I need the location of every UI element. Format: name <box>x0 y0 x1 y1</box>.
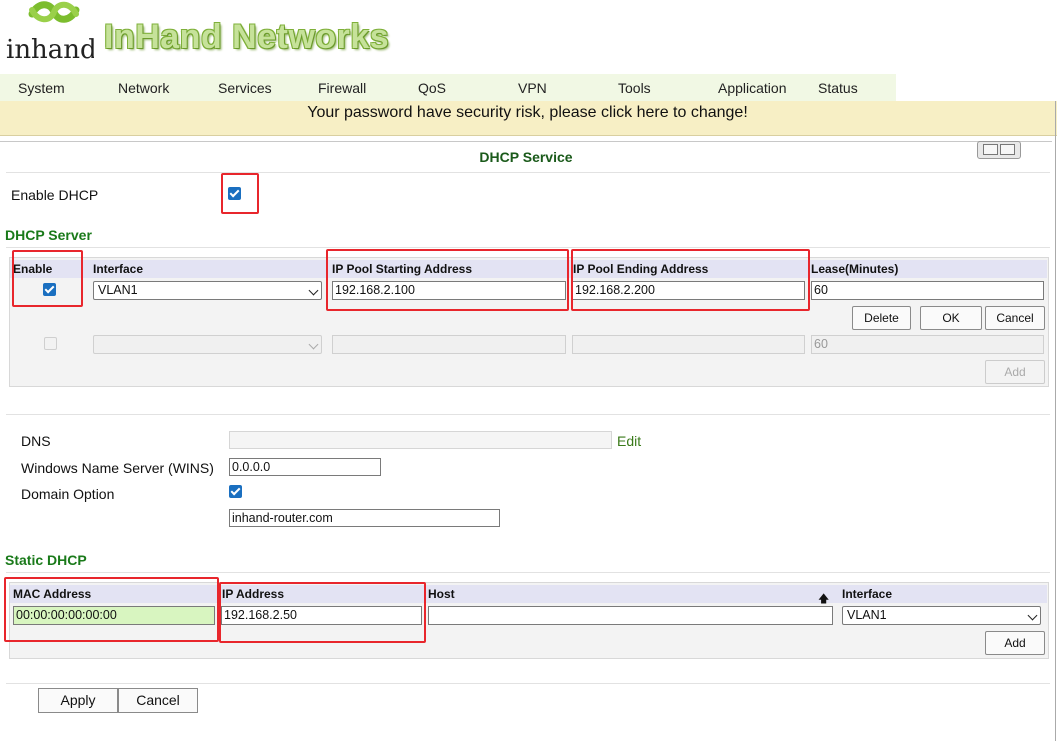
menu-network[interactable]: Network <box>118 80 169 96</box>
interface-select[interactable]: VLAN1 <box>93 281 322 300</box>
mac-address-input[interactable]: 00:00:00:00:00:00 <box>13 606 215 625</box>
page-title: DHCP Service <box>479 149 573 165</box>
domain-option-label: Domain Option <box>21 486 115 502</box>
col-lease: Lease(Minutes) <box>811 262 899 276</box>
wins-label: Windows Name Server (WINS) <box>21 460 214 476</box>
dns-input <box>229 431 612 449</box>
dns-edit-link[interactable]: Edit <box>617 433 641 449</box>
domain-input[interactable]: inhand-router.com <box>229 509 500 527</box>
enable-dhcp-label: Enable DHCP <box>11 187 99 203</box>
menu-system[interactable]: System <box>18 80 65 96</box>
lease-input[interactable]: 60 <box>811 281 1044 300</box>
password-warning-bar: Your password have security risk, please… <box>0 101 1057 136</box>
brand-name: InHand Networks <box>104 18 390 56</box>
row-enable-checkbox[interactable] <box>43 283 56 296</box>
col-enable: Enable <box>13 262 53 276</box>
col-pool-end: IP Pool Ending Address <box>573 262 709 276</box>
host-input[interactable] <box>428 606 833 625</box>
wins-input[interactable]: 0.0.0.0 <box>229 458 381 476</box>
static-ip-input[interactable]: 192.168.2.50 <box>221 606 422 625</box>
new-interface-select <box>93 335 322 354</box>
divider <box>6 172 1050 173</box>
col-host: Host <box>428 587 455 601</box>
new-row-enable-checkbox <box>44 337 57 350</box>
menu-firewall[interactable]: Firewall <box>318 80 366 96</box>
col-interface: Interface <box>842 587 893 601</box>
col-pool-start: IP Pool Starting Address <box>332 262 473 276</box>
divider <box>0 141 1052 142</box>
divider <box>1055 101 1056 741</box>
chevron-down-icon <box>308 339 319 350</box>
enable-dhcp-checkbox[interactable] <box>228 187 241 200</box>
menu-application[interactable]: Application <box>718 80 787 96</box>
col-ip: IP Address <box>222 587 285 601</box>
apply-button[interactable]: Apply <box>38 688 118 713</box>
domain-option-checkbox[interactable] <box>229 485 242 498</box>
menu-vpn[interactable]: VPN <box>518 80 547 96</box>
inhand-logo: inhand <box>4 0 97 70</box>
table-header: Enable Interface IP Pool Starting Addres… <box>10 260 1047 278</box>
table-header: MAC Address IP Address Host Interface <box>10 585 1047 603</box>
menu-tools[interactable]: Tools <box>618 80 651 96</box>
add-lease-button: Add <box>985 360 1045 384</box>
new-pool-end-input <box>572 335 805 354</box>
chevron-down-icon <box>308 285 319 296</box>
pool-end-input[interactable]: 192.168.2.200 <box>572 281 805 300</box>
divider <box>6 247 1050 248</box>
menu-services[interactable]: Services <box>218 80 272 96</box>
delete-button[interactable]: Delete <box>852 306 911 330</box>
static-dhcp-heading: Static DHCP <box>5 552 87 568</box>
new-lease-input: 60 <box>811 335 1044 354</box>
divider <box>6 414 1050 415</box>
chevron-down-icon <box>1027 610 1038 621</box>
cancel-row-button[interactable]: Cancel <box>985 306 1045 330</box>
dns-label: DNS <box>21 433 51 449</box>
col-interface: Interface <box>93 262 144 276</box>
menu-status[interactable]: Status <box>818 80 858 96</box>
static-interface-select[interactable]: VLAN1 <box>842 606 1041 625</box>
main-menu: System Network Services Firewall QoS VPN… <box>0 74 896 101</box>
divider <box>6 572 1050 573</box>
password-warning-link[interactable]: Your password have security risk, please… <box>0 104 1055 122</box>
new-pool-start-input <box>332 335 566 354</box>
ok-button[interactable]: OK <box>920 306 982 330</box>
divider <box>6 683 1050 684</box>
cancel-button[interactable]: Cancel <box>118 688 198 713</box>
add-static-button[interactable]: Add <box>985 631 1045 655</box>
dhcp-server-heading: DHCP Server <box>5 227 92 243</box>
logo-text: inhand <box>6 35 94 65</box>
col-mac: MAC Address <box>13 587 92 601</box>
menu-qos[interactable]: QoS <box>418 80 446 96</box>
pool-start-input[interactable]: 192.168.2.100 <box>332 281 566 300</box>
